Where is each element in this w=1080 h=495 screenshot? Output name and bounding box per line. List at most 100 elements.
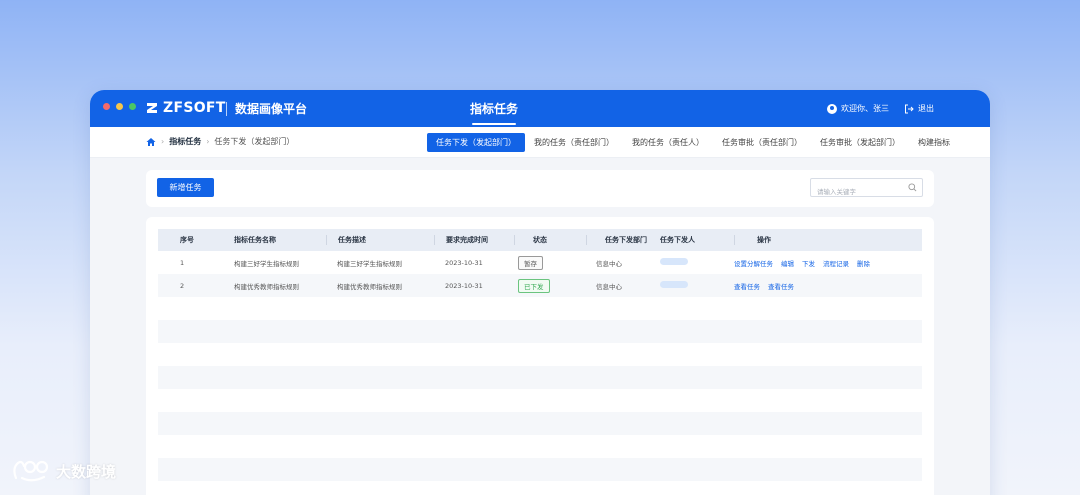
watermark-logo-icon [13, 460, 49, 482]
maximize-dot[interactable] [129, 103, 136, 110]
cell-index: 1 [180, 258, 185, 267]
breadcrumb-separator-icon: › [206, 137, 210, 146]
sub-navigation: › 指标任务 › 任务下发（发起部门） 任务下发（发起部门） 我的任务（责任部门… [90, 127, 990, 158]
empty-row [158, 412, 922, 435]
breadcrumb: › 指标任务 › 任务下发（发起部门） [146, 136, 294, 147]
header-actions-label: 操作 [757, 236, 771, 244]
cell-desc: 构建三好学生指标规则 [337, 259, 402, 268]
header-dept: 任务下发部门 [578, 235, 660, 245]
top-bar: ZFSOFT 数据画像平台 指标任务 欢迎你、张三 退出 [90, 90, 990, 127]
logout-label: 退出 [918, 104, 934, 113]
user-menu[interactable]: 欢迎你、张三 [827, 103, 889, 114]
header-divider [326, 235, 327, 245]
tab-my-task-person[interactable]: 我的任务（责任人） [623, 133, 713, 152]
tab-my-task-dept[interactable]: 我的任务（责任部门） [525, 133, 623, 152]
cell-status: 已下发 [506, 278, 578, 293]
add-task-button[interactable]: 新增任务 [157, 178, 214, 197]
watermark: 大数跨境 [10, 458, 116, 484]
user-avatar-icon [827, 103, 837, 114]
brand-name: ZFSOFT [163, 100, 226, 116]
task-table: 序号 指标任务名称 任务描述 要求完成时间 状态 任务下发部门 任务下发人 操作… [158, 229, 922, 481]
tab-approval-initiator[interactable]: 任务审批（发起部门） [811, 133, 909, 152]
window-controls [103, 103, 136, 110]
issuer-placeholder [660, 281, 688, 288]
header-divider [514, 235, 515, 245]
empty-row [158, 320, 922, 343]
empty-row [158, 458, 922, 481]
breadcrumb-item: 任务下发（发起部门） [214, 137, 295, 146]
cell-issuer [660, 258, 734, 267]
status-badge: 已下发 [518, 278, 550, 293]
header-divider [434, 235, 435, 245]
header-actions: 操作 [734, 235, 922, 245]
breadcrumb-item[interactable]: 指标任务 [169, 136, 201, 147]
tab-task-issue-initiator[interactable]: 任务下发（发起部门） [427, 133, 525, 152]
cell-dept: 信息中心 [596, 259, 622, 268]
header-status: 状态 [506, 235, 578, 245]
table-row: 2 构建优秀教师指标规则 构建优秀教师指标规则 2023-10-31 已下发 信… [158, 274, 922, 297]
brand-divider [226, 102, 227, 116]
user-greeting: 欢迎你、张三 [841, 104, 889, 113]
platform-title: 数据画像平台 [235, 102, 308, 116]
watermark-text: 大数跨境 [56, 462, 117, 481]
table-row: 1 构建三好学生指标规则 构建三好学生指标规则 2023-10-31 暂存 信息… [158, 251, 922, 274]
header-due-label: 要求完成时间 [446, 236, 488, 244]
logout-icon [905, 104, 914, 113]
search-input[interactable] [811, 183, 901, 201]
header-desc-label: 任务描述 [338, 236, 366, 244]
module-title-underline [472, 123, 516, 125]
tab-approval-dept[interactable]: 任务审批（责任部门） [713, 133, 811, 152]
search-icon[interactable] [908, 183, 917, 192]
empty-row [158, 435, 922, 458]
cell-dept: 信息中心 [596, 282, 622, 291]
empty-row [158, 297, 922, 320]
view-task-link[interactable]: 查看任务 [768, 281, 794, 291]
header-name: 指标任务名称 [210, 235, 318, 245]
tab-bar: 任务下发（发起部门） 我的任务（责任部门） 我的任务（责任人） 任务审批（责任部… [427, 133, 959, 152]
brand-logo[interactable]: ZFSOFT [145, 100, 226, 116]
header-issuer-label: 任务下发人 [660, 236, 695, 244]
zfsoft-logo-icon [147, 103, 157, 113]
cell-actions: 设置分解任务 编辑 下发 流程记录 删除 [734, 258, 922, 268]
view-task-link[interactable]: 查看任务 [734, 281, 760, 291]
home-icon[interactable] [146, 137, 156, 147]
issue-link[interactable]: 下发 [802, 258, 815, 268]
edit-link[interactable]: 编辑 [781, 258, 794, 268]
issuer-placeholder [660, 258, 688, 265]
breadcrumb-separator-icon: › [161, 137, 165, 146]
minimize-dot[interactable] [116, 103, 123, 110]
module-title[interactable]: 指标任务 [470, 100, 518, 117]
empty-row [158, 343, 922, 366]
cell-due: 2023-10-31 [445, 281, 483, 290]
cell-actions: 查看任务 查看任务 [734, 281, 922, 291]
empty-row [158, 366, 922, 389]
cell-due: 2023-10-31 [445, 258, 483, 267]
flow-record-link[interactable]: 流程记录 [823, 258, 849, 268]
header-issuer: 任务下发人 [660, 235, 734, 245]
empty-row [158, 389, 922, 412]
cell-name: 构建优秀教师指标规则 [234, 282, 299, 291]
header-name-label: 指标任务名称 [234, 236, 276, 244]
tab-build-indicator[interactable]: 构建指标 [909, 133, 959, 152]
cell-name: 构建三好学生指标规则 [234, 259, 299, 268]
search-box [810, 178, 923, 201]
header-status-label: 状态 [533, 236, 547, 244]
set-subtask-link[interactable]: 设置分解任务 [734, 258, 773, 268]
header-divider [734, 235, 735, 245]
header-divider [586, 235, 587, 245]
header-due: 要求完成时间 [426, 235, 506, 245]
cell-desc: 构建优秀教师指标规则 [337, 282, 402, 291]
app-window: ZFSOFT 数据画像平台 指标任务 欢迎你、张三 退出 › 指标任务 › 任务… [90, 90, 990, 495]
delete-link[interactable]: 删除 [857, 258, 870, 268]
cell-status: 暂存 [506, 255, 578, 270]
table-card: 序号 指标任务名称 任务描述 要求完成时间 状态 任务下发部门 任务下发人 操作… [146, 217, 934, 495]
status-badge: 暂存 [518, 255, 543, 270]
toolbar-card: 新增任务 [146, 170, 934, 207]
cell-issuer [660, 281, 734, 290]
table-header: 序号 指标任务名称 任务描述 要求完成时间 状态 任务下发部门 任务下发人 操作 [158, 229, 922, 251]
header-index: 序号 [180, 236, 194, 244]
cell-index: 2 [180, 281, 185, 290]
header-desc: 任务描述 [318, 235, 426, 245]
logout-button[interactable]: 退出 [904, 103, 934, 114]
close-dot[interactable] [103, 103, 110, 110]
